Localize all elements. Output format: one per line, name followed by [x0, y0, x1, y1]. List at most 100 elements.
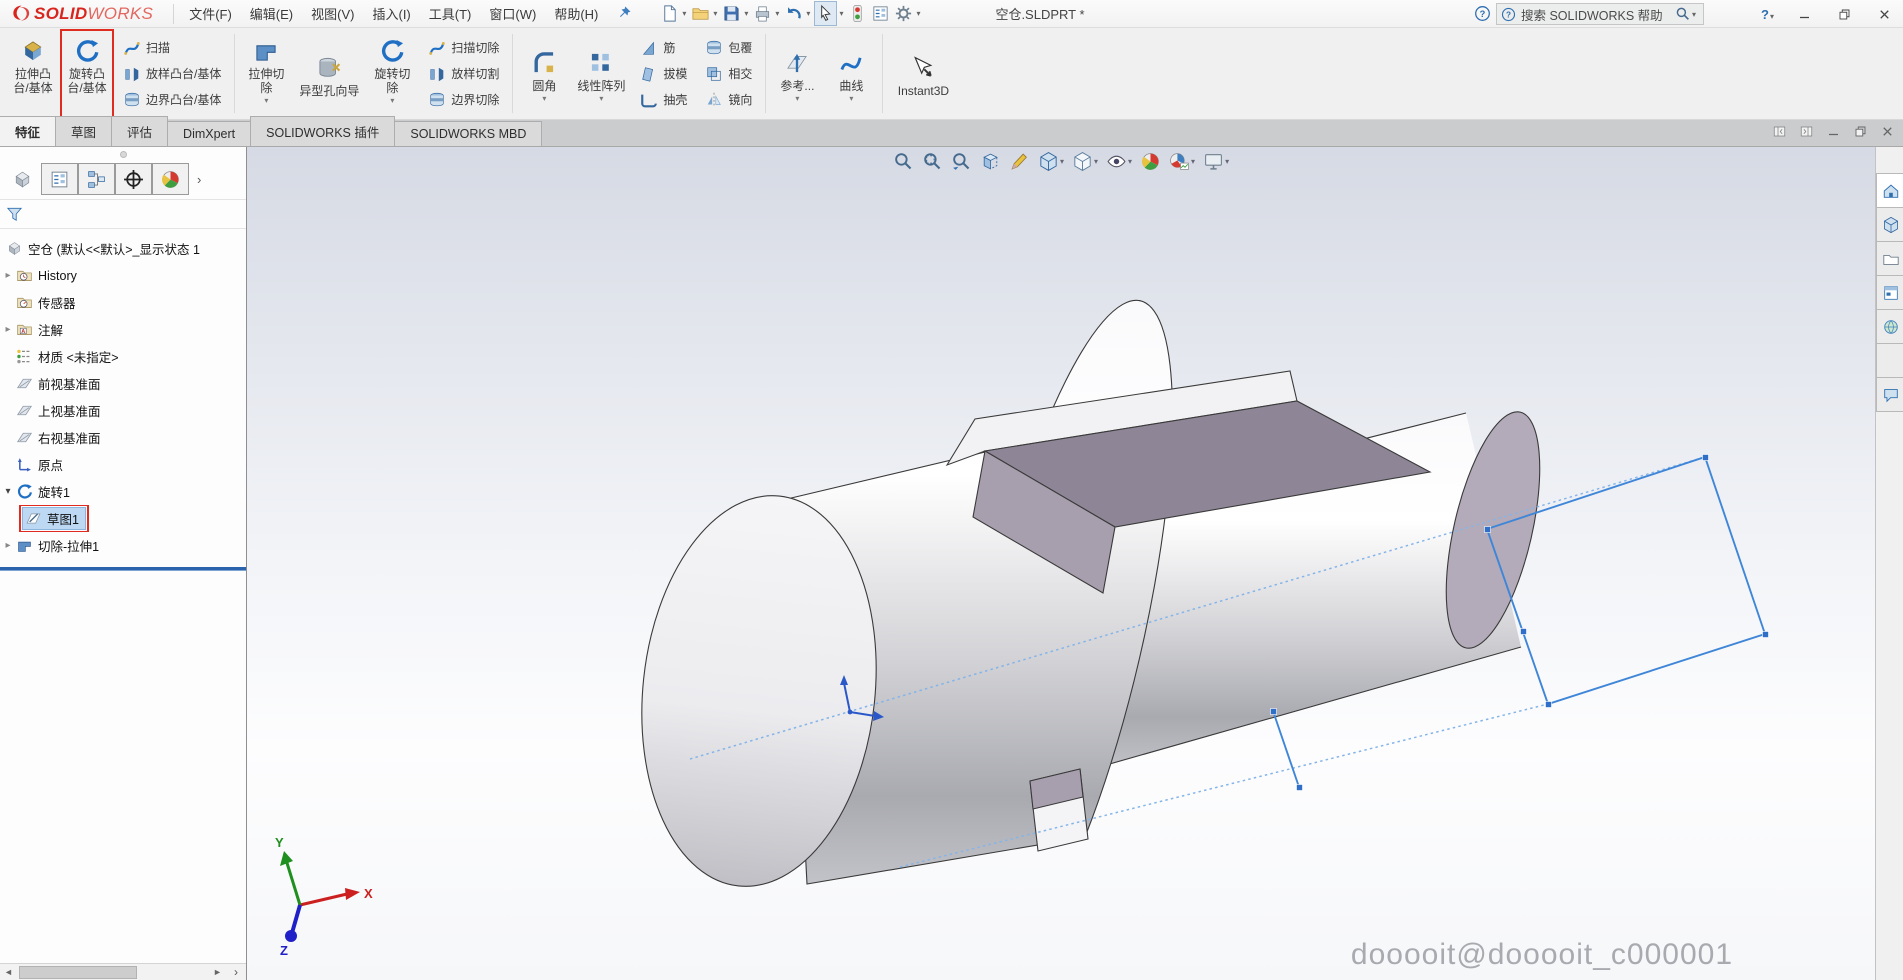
- tree-item-annotations[interactable]: ▸注解: [0, 316, 246, 343]
- tree-item-top-plane[interactable]: 上视基准面: [0, 397, 246, 424]
- settings-gear-button[interactable]: [893, 2, 914, 25]
- print-dropdown[interactable]: ▾: [775, 9, 779, 18]
- close-button[interactable]: [1871, 3, 1897, 25]
- property-manager-tab[interactable]: [41, 163, 78, 195]
- tree-item-sensors[interactable]: 传感器: [0, 289, 246, 316]
- doc-restore-icon[interactable]: [1853, 124, 1868, 139]
- search-icon[interactable]: [1675, 6, 1691, 22]
- tree-item-cut-extrude1[interactable]: ▸切除-拉伸1: [0, 532, 246, 559]
- panel-splitter-handle[interactable]: [0, 147, 246, 161]
- new-document-button[interactable]: [659, 2, 680, 25]
- tree-root[interactable]: 空仓 (默认<<默认>_显示状态 1: [0, 235, 246, 262]
- fillet-dropdown[interactable]: ▾: [542, 94, 546, 103]
- expand-arrow[interactable]: ▸: [0, 540, 16, 551]
- menu-file[interactable]: 文件(F): [180, 0, 241, 28]
- menu-tools[interactable]: 工具(T): [420, 0, 481, 28]
- collapse-left-pane-icon[interactable]: [1772, 124, 1787, 139]
- menu-window[interactable]: 窗口(W): [480, 0, 545, 28]
- expand-arrow[interactable]: ▸: [0, 270, 16, 281]
- select-cursor-button[interactable]: [814, 1, 837, 26]
- undo-button[interactable]: [783, 2, 804, 25]
- linear-pattern-button[interactable]: 线性阵列▾: [572, 30, 630, 117]
- scroll-right-arrow[interactable]: ►: [209, 967, 226, 977]
- view-settings-icon[interactable]: ▾: [1202, 150, 1230, 173]
- undo-dropdown[interactable]: ▾: [806, 9, 810, 18]
- extruded-cut-button[interactable]: 拉伸切除▾: [240, 30, 292, 117]
- help-circle-icon[interactable]: [1474, 5, 1491, 25]
- zoom-fit-icon[interactable]: [892, 150, 915, 173]
- section-view-icon[interactable]: [979, 150, 1002, 173]
- open-dropdown[interactable]: ▾: [713, 9, 717, 18]
- panel-flyout-chevron[interactable]: ›: [226, 965, 246, 979]
- open-button[interactable]: [690, 2, 711, 25]
- menu-help[interactable]: 帮助(H): [545, 0, 607, 28]
- dimxpert-manager-tab[interactable]: [115, 163, 152, 195]
- tree-item-sketch1[interactable]: 草图1: [0, 505, 246, 532]
- reference-dropdown[interactable]: ▾: [795, 94, 799, 103]
- taskpane-properties-tab[interactable]: [1876, 343, 1903, 378]
- doc-minimize-icon[interactable]: [1826, 124, 1841, 139]
- restore-button[interactable]: [1831, 3, 1857, 25]
- taskpane-appearances-tab[interactable]: [1876, 309, 1903, 344]
- fillet-button[interactable]: 圆角▾: [518, 30, 570, 117]
- hide-show-items-icon[interactable]: ▾: [1105, 150, 1133, 173]
- mirror-button[interactable]: 镜向: [699, 87, 758, 113]
- minimize-button[interactable]: [1791, 3, 1817, 25]
- tree-item-origin[interactable]: 原点: [0, 451, 246, 478]
- collapse-arrow[interactable]: ▾: [0, 486, 16, 497]
- taskpane-file-explorer-tab[interactable]: [1876, 241, 1903, 276]
- tab-mbd[interactable]: SOLIDWORKS MBD: [394, 121, 542, 146]
- taskpane-design-library-tab[interactable]: [1876, 207, 1903, 242]
- save-button[interactable]: [721, 2, 742, 25]
- save-dropdown[interactable]: ▾: [744, 9, 748, 18]
- wrap-button[interactable]: 包覆: [699, 35, 758, 61]
- feature-manager-tab[interactable]: [4, 163, 41, 195]
- revolved-boss-base-button[interactable]: 旋转凸 台/基体: [61, 30, 113, 117]
- collapse-right-pane-icon[interactable]: [1799, 124, 1814, 139]
- lofted-cut-button[interactable]: 放样切割: [422, 61, 505, 87]
- zoom-to-area-icon[interactable]: [921, 150, 944, 173]
- rollback-bar[interactable]: [0, 567, 246, 570]
- taskpane-forum-tab[interactable]: [1876, 377, 1903, 412]
- intersect-button[interactable]: 相交: [699, 61, 758, 87]
- pin-menu-icon[interactable]: [617, 5, 632, 23]
- taskpane-home-tab[interactable]: [1876, 173, 1903, 208]
- new-dropdown[interactable]: ▾: [682, 9, 686, 18]
- view-orientation-icon[interactable]: ▾: [1037, 150, 1065, 173]
- reference-geometry-button[interactable]: 参考...▾: [771, 30, 823, 117]
- rebuild-traffic-light-button[interactable]: [847, 2, 868, 25]
- swept-cut-button[interactable]: 扫描切除: [422, 35, 505, 61]
- edit-appearance-icon[interactable]: [1139, 150, 1162, 173]
- rib-button[interactable]: 筋: [634, 35, 693, 61]
- search-box[interactable]: 搜索 SOLIDWORKS 帮助 ▾: [1496, 3, 1704, 25]
- tree-item-right-plane[interactable]: 右视基准面: [0, 424, 246, 451]
- options-list-button[interactable]: [870, 2, 891, 25]
- extruded-boss-base-button[interactable]: 拉伸凸 台/基体: [7, 30, 59, 117]
- tree-item-history[interactable]: ▸History: [0, 262, 246, 289]
- apply-scene-icon[interactable]: ▾: [1168, 150, 1196, 173]
- boundary-cut-button[interactable]: 边界切除: [422, 87, 505, 113]
- tree-item-revolve1[interactable]: ▾旋转1: [0, 478, 246, 505]
- swept-boss-button[interactable]: 扫描: [117, 35, 227, 61]
- settings-dropdown[interactable]: ▾: [916, 9, 920, 18]
- tree-item-material[interactable]: 材质 <未指定>: [0, 343, 246, 370]
- selected-sketch1-annotated[interactable]: 草图1: [22, 507, 86, 530]
- scrollbar-thumb[interactable]: [19, 966, 137, 979]
- configuration-manager-tab[interactable]: [78, 163, 115, 195]
- taskpane-view-palette-tab[interactable]: [1876, 275, 1903, 310]
- tab-addins[interactable]: SOLIDWORKS 插件: [250, 116, 395, 146]
- search-dropdown[interactable]: ▾: [1692, 10, 1696, 19]
- linear-pattern-dropdown[interactable]: ▾: [599, 94, 603, 103]
- shell-button[interactable]: 抽壳: [634, 87, 693, 113]
- draft-button[interactable]: 拔模: [634, 61, 693, 87]
- sketch-annotation-icon[interactable]: [1008, 150, 1031, 173]
- instant3d-button[interactable]: Instant3D: [888, 30, 958, 117]
- menu-edit[interactable]: 编辑(E): [241, 0, 302, 28]
- revolved-cut-dropdown[interactable]: ▾: [390, 96, 394, 105]
- doc-close-icon[interactable]: [1880, 124, 1895, 139]
- tab-features[interactable]: 特征: [0, 116, 56, 146]
- display-style-icon[interactable]: ▾: [1071, 150, 1099, 173]
- menu-insert[interactable]: 插入(I): [363, 0, 419, 28]
- print-button[interactable]: [752, 2, 773, 25]
- 3d-scene[interactable]: X Y Z: [247, 147, 1875, 980]
